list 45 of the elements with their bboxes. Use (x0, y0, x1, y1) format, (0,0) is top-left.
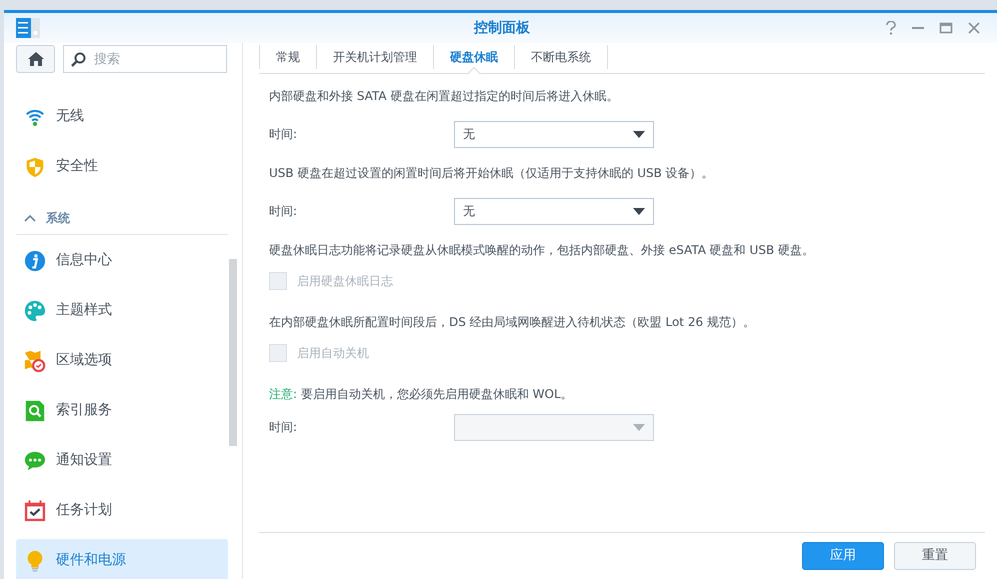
sidebar-item[interactable]: 硬件和电源 (16, 539, 228, 579)
calendar-check-icon (24, 498, 46, 522)
dropdown-caret-icon (633, 130, 645, 138)
home-icon (28, 52, 44, 66)
palette-icon (24, 298, 46, 322)
document-search-icon (24, 398, 46, 422)
field-label: 时间: (269, 126, 298, 143)
description-text: 内部硬盘和外接 SATA 硬盘在闲置超过指定的时间后将进入休眠。 (269, 88, 620, 104)
search-field[interactable]: 搜索 (63, 45, 227, 73)
collapse-caret-icon[interactable] (24, 214, 36, 222)
sidebar-item[interactable]: 区域选项 (16, 339, 228, 382)
checkbox-label: 启用硬盘休眠日志 (297, 273, 393, 290)
tab[interactable]: 常规 (259, 45, 316, 69)
map-clock-icon (24, 348, 46, 372)
description-text: USB 硬盘在超过设置的闲置时间后将开始休眠（仅适用于支持休眠的 USB 设备）。 (269, 165, 715, 181)
control-panel-icon (16, 18, 40, 38)
maximize-icon[interactable] (939, 21, 953, 35)
window-title: 控制面板 (474, 19, 530, 38)
home-button[interactable] (16, 45, 55, 73)
field-label: 时间: (269, 203, 298, 220)
info-icon (24, 248, 46, 272)
search-icon (71, 52, 86, 67)
dropdown-field[interactable]: 无 (454, 120, 654, 148)
scrollbar[interactable] (229, 259, 237, 446)
note-text: 注意: 要启用自动关机，您必须先启用硬盘休眠和 WOL。 (269, 386, 574, 402)
section-heading: 系统 (46, 210, 70, 226)
field-label: 时间: (269, 419, 298, 436)
close-icon[interactable] (967, 21, 981, 35)
description-text: 在内部硬盘休眠所配置时间段后，DS 经由局域网唤醒进入待机状态（欧盟 Lot 26 规范）。 (269, 314, 756, 330)
sidebar-item[interactable]: 索引服务 (16, 389, 228, 432)
sidebar-item[interactable]: 安全性 (16, 145, 228, 188)
dropdown-caret-icon (633, 424, 645, 430)
sidebar-item[interactable]: 信息中心 (16, 239, 228, 282)
tab[interactable]: 不断电系统 (514, 45, 608, 69)
tab[interactable]: 开关机计划管理 (316, 45, 433, 69)
dropdown-caret-icon (633, 208, 645, 214)
sidebar-item[interactable]: 通知设置 (16, 439, 228, 482)
sidebar-item[interactable]: 主题样式 (16, 289, 228, 332)
sidebar-item[interactable]: 任务计划 (16, 489, 228, 532)
checkbox-label: 启用自动关机 (297, 345, 369, 362)
dropdown-field[interactable]: 无 (454, 198, 654, 224)
reset-button[interactable]: 重置 (894, 542, 976, 570)
help-icon[interactable] (885, 21, 897, 35)
description-text: 硬盘休眠日志功能将记录硬盘从休眠模式唤醒的动作，包括内部硬盘、外接 eSATA 硬盘和 USB 硬盘。 (269, 242, 815, 258)
sidebar-item[interactable]: 无线 (16, 95, 228, 138)
